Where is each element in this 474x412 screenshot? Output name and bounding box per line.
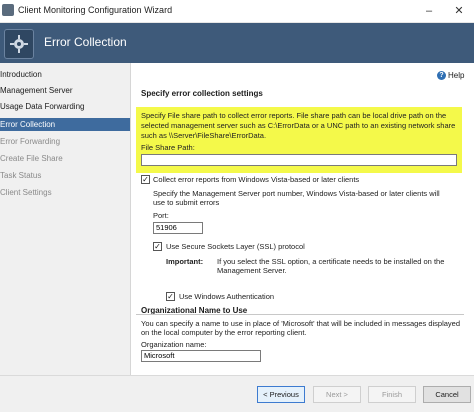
previous-button[interactable]: < Previous [257, 386, 305, 403]
title-bar: Client Monitoring Configuration Wizard –… [0, 0, 474, 23]
sidebar-item-error-forwarding[interactable]: Error Forwarding [0, 135, 130, 148]
important-label: Important: [166, 257, 204, 266]
help-link[interactable]: ? Help [437, 71, 465, 81]
vista-description: Specify the Management Server port numbe… [153, 189, 440, 207]
org-group-divider [136, 314, 464, 315]
windows-auth-checkbox[interactable]: ✓ [166, 292, 175, 301]
org-description: You can specify a name to use in place o… [141, 319, 461, 337]
app-icon [2, 4, 14, 16]
finish-button[interactable]: Finish [368, 386, 416, 403]
close-button[interactable]: ✕ [444, 0, 474, 22]
sidebar-item-introduction[interactable]: Introduction [0, 68, 130, 81]
file-share-path-input[interactable] [141, 154, 457, 166]
help-icon: ? [437, 71, 446, 81]
ssl-checkbox[interactable]: ✓ [153, 242, 162, 251]
windows-auth-label: Use Windows Authentication [179, 292, 275, 301]
port-label: Port: [153, 211, 169, 220]
file-share-label: File Share Path: [141, 143, 195, 152]
sidebar-item-management-server[interactable]: Management Server [0, 84, 130, 97]
org-name-input[interactable] [141, 350, 261, 362]
ssl-label: Use Secure Sockets Layer (SSL) protocol [166, 242, 305, 251]
important-text: If you select the SSL option, a certific… [217, 257, 445, 275]
sidebar-item-usage-data-forwarding[interactable]: Usage Data Forwarding [0, 100, 130, 113]
org-name-label: Organization name: [141, 340, 207, 349]
sidebar-item-create-file-share[interactable]: Create File Share [0, 152, 130, 165]
section-title: Specify error collection settings [141, 89, 263, 98]
window-title: Client Monitoring Configuration Wizard [18, 5, 173, 15]
minimize-button[interactable]: – [414, 0, 444, 22]
wizard-footer: < Previous Next > Finish Cancel [0, 375, 474, 412]
sidebar-item-error-collection[interactable]: Error Collection [0, 118, 130, 131]
wizard-header: Error Collection [0, 23, 474, 63]
file-share-description: Specify File share path to collect error… [141, 111, 456, 140]
collect-vista-label: Collect error reports from Windows Vista… [153, 175, 360, 184]
wizard-steps-sidebar: Introduction Management Server Usage Dat… [0, 63, 131, 375]
cancel-button[interactable]: Cancel [423, 386, 471, 403]
collect-vista-checkbox[interactable]: ✓ [141, 175, 150, 184]
sidebar-item-client-settings[interactable]: Client Settings [0, 186, 130, 199]
gear-icon [4, 29, 34, 59]
help-label: Help [448, 71, 465, 80]
next-button[interactable]: Next > [313, 386, 361, 403]
port-input[interactable] [153, 222, 203, 234]
sidebar-item-task-status[interactable]: Task Status [0, 169, 130, 182]
page-title: Error Collection [44, 35, 127, 49]
main-panel: ? Help Specify error collection settings … [131, 63, 474, 375]
